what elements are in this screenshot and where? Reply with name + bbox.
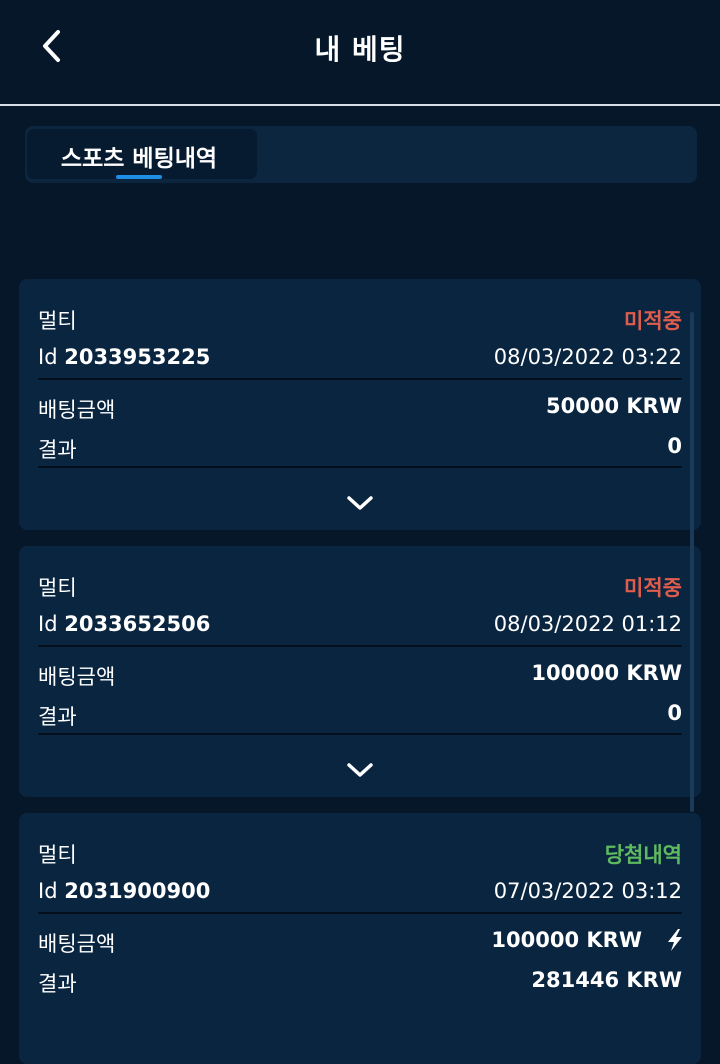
chevron-down-icon — [347, 496, 373, 510]
bet-type: 멀티 — [38, 843, 77, 867]
divider — [38, 466, 682, 468]
bet-type: 멀티 — [38, 576, 77, 600]
bet-card: 멀티 미적중 Id 2033652506 08/03/2022 01:12 배팅… — [19, 546, 701, 797]
bet-result: 0 — [667, 701, 682, 725]
tab-bar: 스포츠 베팅내역 — [25, 126, 697, 183]
bet-id: Id 2033652506 — [38, 612, 210, 636]
bet-amount: 100000 KRW — [531, 661, 682, 685]
bet-result: 0 — [667, 434, 682, 458]
bet-result: 281446 KRW — [531, 968, 682, 992]
expand-button[interactable] — [341, 756, 379, 786]
scrollbar[interactable] — [690, 312, 694, 812]
bet-id-number: 2033953225 — [64, 345, 211, 369]
bet-id: Id 2031900900 — [38, 879, 210, 903]
divider — [38, 733, 682, 735]
bet-id-label: Id — [38, 345, 58, 369]
bet-amount-label: 배팅금액 — [38, 932, 116, 956]
bet-id-number: 2031900900 — [64, 879, 211, 903]
bet-id: Id 2033953225 — [38, 345, 210, 369]
expand-button[interactable] — [341, 489, 379, 519]
bet-card: 멀티 당첨내역 Id 2031900900 07/03/2022 03:12 배… — [19, 813, 701, 1064]
bet-id-number: 2033652506 — [64, 612, 211, 636]
bet-datetime: 07/03/2022 03:12 — [493, 879, 682, 903]
bet-amount: 50000 KRW — [546, 394, 682, 418]
page-title: 내 베팅 — [314, 33, 406, 66]
bet-status: 당첨내역 — [604, 843, 682, 867]
bet-datetime: 08/03/2022 01:12 — [493, 612, 682, 636]
chevron-down-icon — [347, 763, 373, 777]
divider — [38, 645, 682, 647]
bet-type: 멀티 — [38, 309, 77, 333]
bet-amount-label: 배팅금액 — [38, 398, 116, 422]
bet-amount: 100000 KRW — [491, 928, 642, 952]
bet-datetime: 08/03/2022 03:22 — [493, 345, 682, 369]
bet-result-label: 결과 — [38, 438, 77, 462]
tab-sports-bet-history[interactable]: 스포츠 베팅내역 — [27, 129, 257, 179]
active-tab-indicator — [116, 175, 162, 179]
bet-card: 멀티 미적중 Id 2033953225 08/03/2022 03:22 배팅… — [19, 279, 701, 530]
top-app-bar: 내 베팅 — [0, 0, 720, 106]
bet-result-label: 결과 — [38, 705, 77, 729]
bet-amount-label: 배팅금액 — [38, 665, 116, 689]
bet-status: 미적중 — [624, 309, 682, 333]
bet-result-label: 결과 — [38, 972, 77, 996]
bet-id-label: Id — [38, 612, 58, 636]
divider — [38, 912, 682, 914]
lightning-icon — [666, 928, 684, 952]
bet-id-label: Id — [38, 879, 58, 903]
divider — [38, 378, 682, 380]
bet-status: 미적중 — [624, 576, 682, 600]
tab-label: 스포츠 베팅내역 — [60, 146, 218, 172]
